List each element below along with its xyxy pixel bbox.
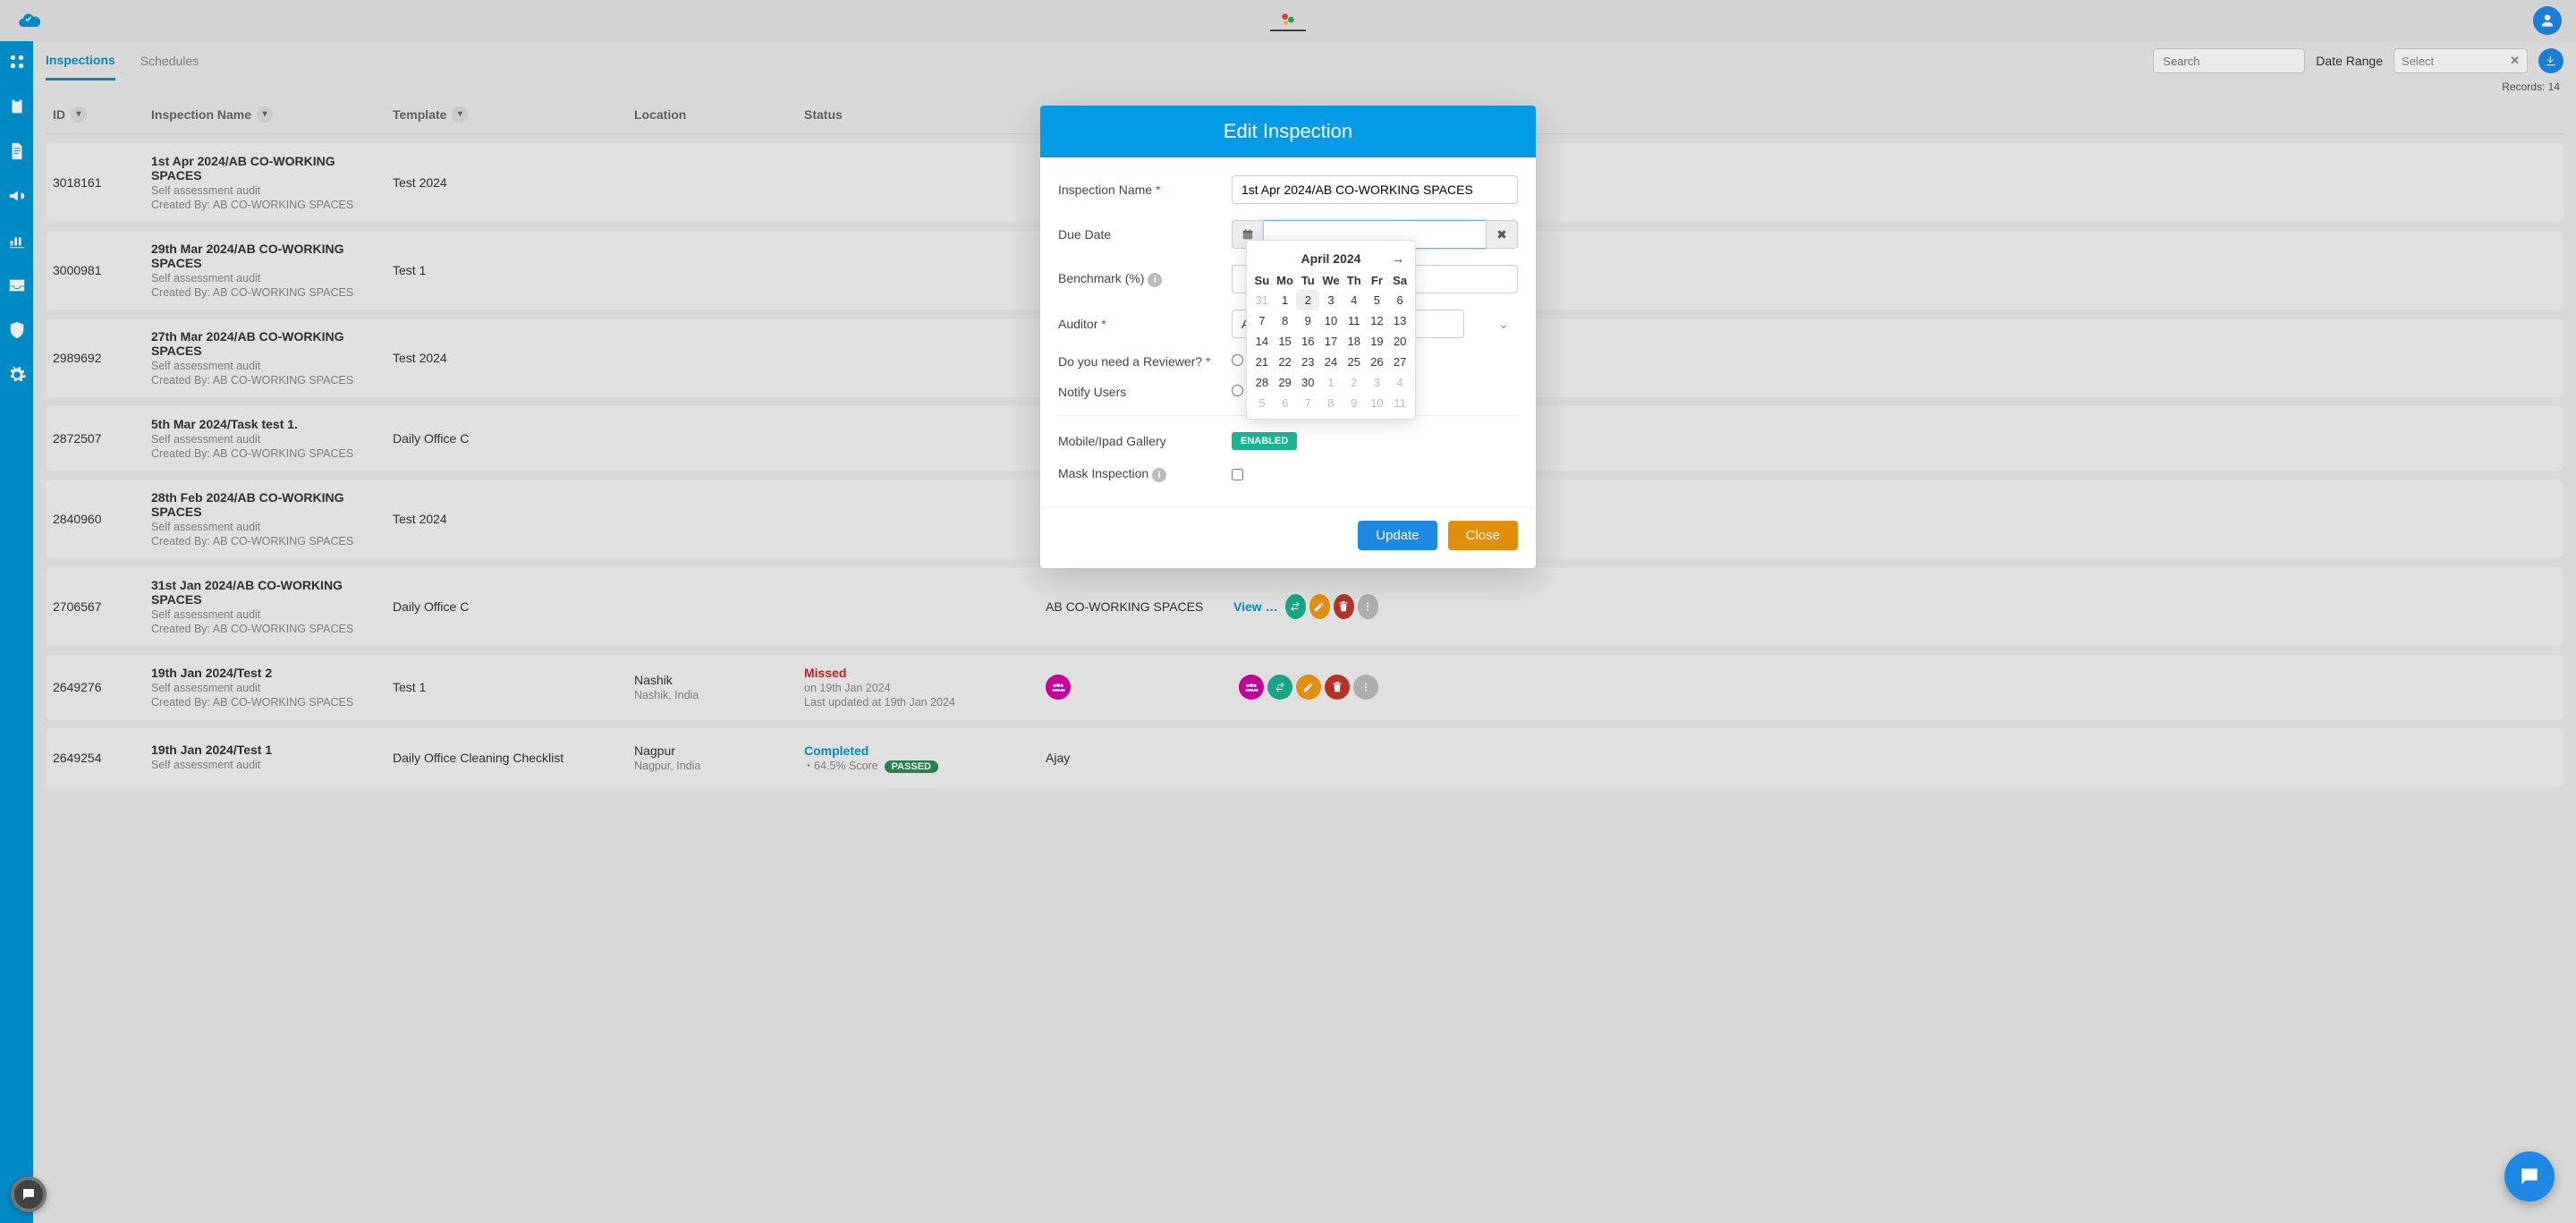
- dp-day[interactable]: 6: [1388, 290, 1411, 310]
- close-button[interactable]: Close: [1448, 521, 1518, 550]
- label-auditor: Auditor: [1058, 317, 1097, 331]
- dp-day[interactable]: 5: [1250, 393, 1274, 413]
- dp-day[interactable]: 4: [1343, 290, 1366, 310]
- dp-day[interactable]: 6: [1274, 393, 1297, 413]
- dp-day[interactable]: 12: [1366, 310, 1389, 331]
- dp-dow: Mo: [1274, 271, 1297, 290]
- info-icon[interactable]: i: [1148, 273, 1162, 287]
- dp-day[interactable]: 9: [1343, 393, 1366, 413]
- dp-day[interactable]: 7: [1250, 310, 1274, 331]
- dp-day[interactable]: 8: [1319, 393, 1343, 413]
- dp-day[interactable]: 13: [1388, 310, 1411, 331]
- dp-day[interactable]: 15: [1274, 331, 1297, 352]
- label-mask: Mask Inspection: [1058, 466, 1148, 480]
- dp-dow: We: [1319, 271, 1343, 290]
- edit-inspection-modal: Edit Inspection Inspection Name * Due Da…: [1040, 106, 1536, 568]
- dp-day[interactable]: 5: [1366, 290, 1389, 310]
- dp-day[interactable]: 7: [1296, 393, 1319, 413]
- label-due-date: Due Date: [1058, 227, 1219, 242]
- dp-dow: Sa: [1388, 271, 1411, 290]
- dp-day[interactable]: 16: [1296, 331, 1319, 352]
- dp-day[interactable]: 26: [1366, 352, 1389, 372]
- inspection-name-input[interactable]: [1232, 175, 1518, 204]
- dp-day[interactable]: 2: [1296, 290, 1319, 310]
- chat-fab[interactable]: [2504, 1151, 2555, 1202]
- update-button[interactable]: Update: [1358, 521, 1436, 550]
- reviewer-radio-yes[interactable]: [1232, 354, 1243, 366]
- datepicker: April 2024 → SuMoTuWeThFrSa3112345678910…: [1246, 240, 1416, 420]
- dp-day[interactable]: 11: [1343, 310, 1366, 331]
- dp-day[interactable]: 8: [1274, 310, 1297, 331]
- dp-day[interactable]: 30: [1296, 372, 1319, 393]
- help-fab[interactable]: [11, 1176, 47, 1212]
- dp-day[interactable]: 24: [1319, 352, 1343, 372]
- dp-day[interactable]: 23: [1296, 352, 1319, 372]
- dp-day[interactable]: 10: [1366, 393, 1389, 413]
- dp-day[interactable]: 25: [1343, 352, 1366, 372]
- dp-day[interactable]: 10: [1319, 310, 1343, 331]
- label-gallery: Mobile/Ipad Gallery: [1058, 434, 1219, 448]
- label-benchmark: Benchmark (%): [1058, 271, 1144, 285]
- datepicker-month: April 2024: [1301, 251, 1361, 266]
- dp-day[interactable]: 22: [1274, 352, 1297, 372]
- dp-day[interactable]: 11: [1388, 393, 1411, 413]
- gallery-toggle[interactable]: ENABLED: [1232, 432, 1297, 450]
- dp-dow: Th: [1343, 271, 1366, 290]
- dp-day[interactable]: 4: [1388, 372, 1411, 393]
- dp-day[interactable]: 19: [1366, 331, 1389, 352]
- dp-day[interactable]: 31: [1250, 290, 1274, 310]
- dp-day[interactable]: 9: [1296, 310, 1319, 331]
- datepicker-next-icon[interactable]: →: [1392, 251, 1404, 266]
- label-reviewer: Do you need a Reviewer?: [1058, 354, 1202, 369]
- dp-day[interactable]: 1: [1319, 372, 1343, 393]
- dp-dow: Tu: [1296, 271, 1319, 290]
- modal-overlay: Edit Inspection Inspection Name * Due Da…: [0, 0, 2576, 1223]
- label-inspection-name: Inspection Name: [1058, 183, 1152, 197]
- dp-day[interactable]: 28: [1250, 372, 1274, 393]
- dp-day[interactable]: 3: [1319, 290, 1343, 310]
- mask-checkbox[interactable]: [1232, 469, 1243, 480]
- dp-day[interactable]: 27: [1388, 352, 1411, 372]
- dp-dow: Fr: [1366, 271, 1389, 290]
- modal-title: Edit Inspection: [1040, 106, 1536, 157]
- dp-day[interactable]: 29: [1274, 372, 1297, 393]
- dp-day[interactable]: 14: [1250, 331, 1274, 352]
- dp-dow: Su: [1250, 271, 1274, 290]
- chevron-down-icon: ⌄: [1498, 317, 1509, 332]
- dp-day[interactable]: 21: [1250, 352, 1274, 372]
- dp-day[interactable]: 2: [1343, 372, 1366, 393]
- info-icon[interactable]: i: [1152, 468, 1166, 482]
- notify-radio[interactable]: [1232, 385, 1243, 396]
- dp-day[interactable]: 1: [1274, 290, 1297, 310]
- clear-date-button[interactable]: ✖: [1486, 220, 1518, 249]
- dp-day[interactable]: 20: [1388, 331, 1411, 352]
- dp-day[interactable]: 3: [1366, 372, 1389, 393]
- dp-day[interactable]: 18: [1343, 331, 1366, 352]
- dp-day[interactable]: 17: [1319, 331, 1343, 352]
- label-notify: Notify Users: [1058, 385, 1219, 399]
